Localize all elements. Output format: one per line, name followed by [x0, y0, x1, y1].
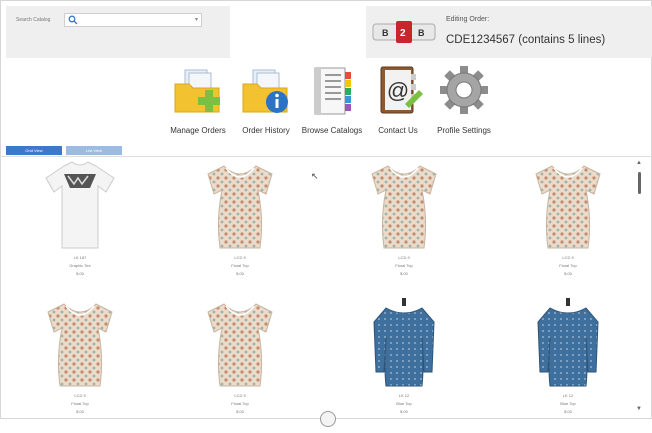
product-card[interactable]: LK 187 Graphic Tee $.00 [30, 160, 130, 295]
bottom-circle-button[interactable] [320, 411, 336, 427]
product-image-tee [45, 161, 115, 249]
tab-grid-view[interactable]: Grid View [6, 146, 62, 155]
product-price: $.00 [400, 409, 408, 414]
search-icon [68, 15, 78, 25]
product-sku: LCD 9 [234, 255, 246, 260]
product-image-blue-top [537, 298, 599, 387]
nav-order-history[interactable]: Order History [228, 60, 304, 140]
product-card[interactable]: LK 12 Blue Top $.00 [518, 298, 618, 433]
product-card[interactable]: LCD 9 Floral Top $.00 [190, 160, 290, 295]
product-description: Floral Top [559, 263, 577, 268]
nav-label: Browse Catalogs [301, 126, 363, 135]
top-bar: Search Catalog ▾ B 2 B Editing Order: CD… [0, 0, 652, 60]
product-image-floral [535, 165, 601, 249]
address-book-icon: @ [380, 66, 423, 114]
product-description: Floral Top [231, 263, 249, 268]
nav-label: Contact Us [378, 126, 418, 135]
mouse-cursor-icon: ↖ [311, 171, 319, 181]
product-description: Floral Top [231, 401, 249, 406]
search-panel: Search Catalog ▾ [6, 6, 230, 58]
product-sku: LK 187 [73, 255, 87, 260]
nav-label: Order History [242, 126, 290, 135]
product-card[interactable]: LCD 9 Floral Top $.00 [354, 160, 454, 295]
product-grid: LK 187 Graphic Tee $.00 LCD 9 Floral Top… [4, 160, 634, 419]
product-card[interactable]: LCD 9 Floral Top $.00 [518, 160, 618, 295]
nav-manage-orders[interactable]: Manage Orders [160, 60, 236, 140]
scroll-down-arrow-icon[interactable]: ▼ [636, 406, 642, 412]
editing-order-label: Editing Order: [446, 16, 490, 23]
order-panel: B 2 B Editing Order: CDE1234567 (contain… [366, 6, 652, 58]
product-description: Blue Top [560, 401, 576, 406]
product-price: $.00 [564, 409, 572, 414]
product-image-blue-top [373, 298, 435, 387]
product-description: Blue Top [396, 401, 412, 406]
svg-text:B: B [382, 28, 389, 38]
view-tabs: Grid View List View [6, 146, 126, 156]
tab-list-view[interactable]: List View [66, 146, 122, 155]
b2b-logo: B 2 B [372, 21, 436, 43]
vertical-scrollbar[interactable]: ▲ ▼ [634, 160, 644, 419]
product-image-floral [47, 303, 113, 387]
svg-text:2: 2 [400, 28, 406, 39]
product-image-floral [207, 303, 273, 387]
gear-icon [440, 66, 488, 114]
product-description: Graphic Tee [69, 263, 91, 268]
main-nav: Manage Orders Order History Browse Catal… [160, 60, 500, 144]
nav-profile-settings[interactable]: Profile Settings [426, 60, 502, 140]
search-input[interactable]: ▾ [64, 13, 202, 27]
product-image-floral [207, 165, 273, 249]
product-sku: LK 12 [398, 393, 410, 398]
product-price: $.00 [236, 409, 244, 414]
catalog-book-icon [314, 67, 351, 115]
product-card[interactable]: LK 12 Blue Top $.00 [354, 298, 454, 433]
product-sku: LCD 9 [234, 393, 246, 398]
product-price: $.00 [236, 271, 244, 276]
search-label: Search Catalog [16, 17, 51, 23]
product-description: Floral Top [395, 263, 413, 268]
scroll-thumb[interactable] [638, 172, 641, 194]
folder-info-icon [242, 69, 288, 113]
nav-label: Profile Settings [437, 126, 491, 135]
product-price: $.00 [76, 271, 84, 276]
divider [0, 156, 652, 157]
product-image-floral [371, 165, 437, 249]
product-price: $.00 [564, 271, 572, 276]
chevron-down-icon[interactable]: ▾ [195, 16, 198, 23]
product-sku: LCD 9 [398, 255, 410, 260]
nav-label: Manage Orders [170, 126, 226, 135]
nav-contact-us[interactable]: @ Contact Us [360, 60, 436, 140]
scroll-up-arrow-icon[interactable]: ▲ [636, 160, 642, 166]
svg-text:@: @ [387, 78, 409, 103]
product-price: $.00 [76, 409, 84, 414]
product-price: $.00 [400, 271, 408, 276]
product-card[interactable]: LCD 9 Floral Top $.00 [190, 298, 290, 433]
folder-plus-icon [174, 69, 220, 113]
nav-browse-catalogs[interactable]: Browse Catalogs [294, 60, 370, 140]
svg-text:B: B [418, 28, 425, 38]
order-id: CDE1234567 (contains 5 lines) [446, 34, 606, 46]
product-sku: LCD 9 [74, 393, 86, 398]
product-sku: LK 12 [562, 393, 574, 398]
product-card[interactable]: LCD 9 Floral Top $.00 [30, 298, 130, 433]
product-sku: LCD 9 [562, 255, 574, 260]
product-description: Floral Top [71, 401, 89, 406]
